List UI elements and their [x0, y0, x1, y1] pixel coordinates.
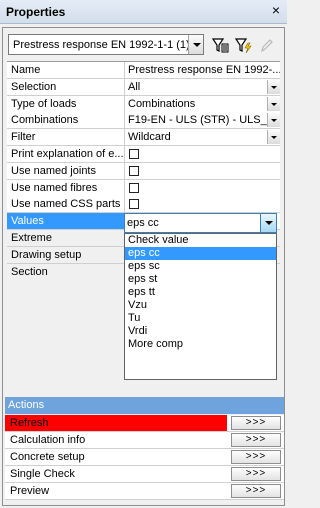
property-value-text: Combinations	[128, 97, 196, 110]
property-value	[125, 145, 280, 162]
property-label: Section	[7, 263, 125, 280]
property-value	[125, 196, 280, 213]
action-row-calculation-info[interactable]: Calculation info >>>	[5, 432, 284, 449]
property-label: Values	[7, 213, 125, 230]
property-row-use-named-joints[interactable]: Use named joints	[7, 162, 280, 180]
property-row-use-named-fibres[interactable]: Use named fibres	[7, 179, 280, 197]
checkbox[interactable]	[129, 182, 139, 193]
action-label: Preview	[10, 485, 50, 497]
checkbox[interactable]	[129, 165, 139, 176]
checkbox[interactable]	[129, 199, 139, 210]
chevron-down-icon[interactable]	[267, 130, 280, 145]
property-label: Use named fibres	[7, 179, 125, 196]
chevron-down-icon[interactable]	[260, 214, 276, 232]
dropdown-option[interactable]: Check value	[125, 234, 276, 247]
action-label: Concrete setup	[10, 451, 85, 463]
property-row-filter[interactable]: Filter Wildcard	[7, 129, 280, 146]
values-select[interactable]: eps cc	[124, 213, 277, 233]
dropdown-option-selected[interactable]: eps cc	[125, 247, 276, 260]
action-run-button[interactable]: >>>	[231, 467, 281, 481]
action-run-button[interactable]: >>>	[231, 450, 281, 464]
property-label: Print explanation of e...	[7, 145, 125, 162]
checkbox[interactable]	[129, 148, 139, 159]
actions-header: Actions	[5, 397, 284, 414]
action-label: Refresh	[5, 415, 227, 431]
action-label: Single Check	[10, 468, 75, 480]
dropdown-option[interactable]: eps tt	[125, 286, 276, 299]
panel-title: Properties	[6, 5, 66, 19]
property-row-type-of-loads[interactable]: Type of loads Combinations	[7, 95, 280, 113]
property-row-use-named-css-parts[interactable]: Use named CSS parts	[7, 196, 280, 214]
filter-settings-icon[interactable]	[210, 35, 230, 55]
properties-panel: Prestress response EN 1992-1-1 (1) Name …	[2, 27, 285, 506]
dropdown-option[interactable]: Tu	[125, 312, 276, 325]
dropdown-option[interactable]: eps st	[125, 273, 276, 286]
property-value	[125, 179, 280, 196]
property-label: Use named joints	[7, 162, 125, 179]
action-row-single-check[interactable]: Single Check >>>	[5, 466, 284, 483]
dropdown-option[interactable]: Vzu	[125, 299, 276, 312]
property-value[interactable]: All	[125, 78, 280, 95]
property-value	[125, 162, 280, 179]
action-row-concrete-setup[interactable]: Concrete setup >>>	[5, 449, 284, 466]
values-select-value: eps cc	[127, 217, 159, 229]
property-value[interactable]: Wildcard	[125, 129, 280, 146]
property-label: Selection	[7, 78, 125, 95]
property-label: Combinations	[7, 112, 125, 129]
property-label: Name	[7, 62, 125, 78]
action-run-button[interactable]: >>>	[231, 484, 281, 498]
panel-titlebar: Properties ×	[0, 0, 287, 24]
property-label: Filter	[7, 129, 125, 146]
action-row-refresh[interactable]: Refresh >>>	[5, 415, 284, 432]
property-row-selection[interactable]: Selection All	[7, 78, 280, 96]
service-selector[interactable]: Prestress response EN 1992-1-1 (1)	[8, 34, 204, 55]
property-row-print-explanation[interactable]: Print explanation of e...	[7, 145, 280, 163]
chevron-down-icon[interactable]	[188, 35, 203, 54]
filter-add-icon[interactable]	[233, 35, 253, 55]
property-row-combinations[interactable]: Combinations F19-EN - ULS (STR) - ULS_..…	[7, 112, 280, 130]
dropdown-option[interactable]: eps sc	[125, 260, 276, 273]
dropdown-option[interactable]: More comp	[125, 338, 276, 351]
action-run-button[interactable]: >>>	[231, 416, 281, 430]
property-value[interactable]: Combinations	[125, 95, 280, 112]
chevron-down-icon[interactable]	[267, 79, 280, 94]
property-value[interactable]: F19-EN - ULS (STR) - ULS_...	[125, 112, 280, 129]
values-dropdown-list: Check value eps cc eps sc eps st eps tt …	[124, 233, 277, 380]
toolbar: Prestress response EN 1992-1-1 (1)	[6, 32, 281, 56]
property-value[interactable]: Prestress response EN 1992-...	[125, 62, 280, 78]
close-icon[interactable]: ×	[272, 3, 280, 17]
dropdown-option[interactable]: Vrdi	[125, 325, 276, 338]
service-selector-value: Prestress response EN 1992-1-1 (1)	[13, 39, 190, 51]
property-label: Type of loads	[7, 95, 125, 112]
chevron-down-icon[interactable]	[267, 96, 280, 111]
property-row-name[interactable]: Name Prestress response EN 1992-...	[7, 62, 280, 79]
property-label: Extreme	[7, 229, 125, 246]
edit-icon	[256, 35, 276, 55]
property-value-text: Wildcard	[128, 131, 171, 144]
property-value-text: F19-EN - ULS (STR) - ULS_...	[128, 114, 276, 127]
action-label: Calculation info	[10, 434, 86, 446]
actions-list: Refresh >>> Calculation info >>> Concret…	[5, 415, 284, 500]
action-run-button[interactable]: >>>	[231, 433, 281, 447]
chevron-down-icon[interactable]	[267, 113, 280, 128]
action-row-preview[interactable]: Preview >>>	[5, 483, 284, 500]
property-value-text: All	[128, 80, 141, 93]
property-label: Use named CSS parts	[7, 196, 125, 213]
property-label: Drawing setup	[7, 246, 125, 263]
